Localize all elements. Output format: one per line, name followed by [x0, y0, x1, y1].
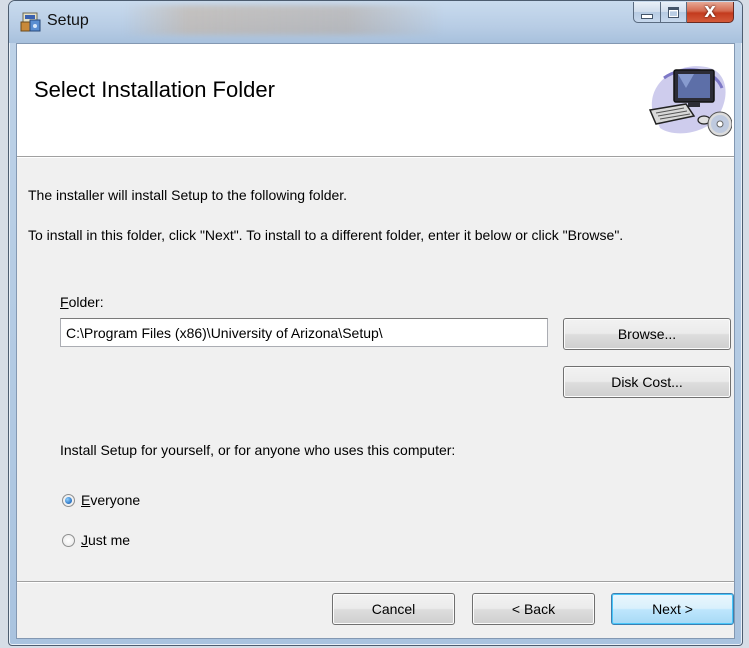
intro-text: The installer will install Setup to the …	[28, 187, 348, 203]
browse-button[interactable]: Browse...	[563, 318, 731, 350]
dialog-client-area: Select Installation Folder The installer…	[16, 43, 735, 639]
radio-just-me-label: Just me	[81, 532, 130, 548]
setup-window: Setup X Select Installation Folder The i…	[8, 0, 743, 646]
maximize-icon	[668, 6, 679, 18]
folder-label: Folder:	[60, 294, 104, 310]
installer-icon	[20, 12, 41, 32]
radio-everyone-indicator[interactable]	[62, 493, 75, 507]
header-banner: Select Installation Folder	[17, 44, 734, 157]
folder-path-input[interactable]	[60, 318, 548, 347]
folder-label-rest: older:	[68, 294, 104, 310]
radio-selected-dot	[65, 496, 72, 504]
back-button[interactable]: < Back	[472, 593, 595, 625]
radio-just-me-label-rest: ust me	[88, 532, 131, 548]
radio-just-me-accelerator: J	[81, 532, 88, 548]
close-icon: X	[704, 2, 716, 21]
minimize-icon	[641, 13, 653, 19]
title-bar[interactable]: Setup X	[9, 1, 742, 43]
disk-cost-button[interactable]: Disk Cost...	[563, 366, 731, 398]
background-ghost	[124, 5, 444, 35]
footer-separator	[17, 581, 734, 583]
maximize-button[interactable]	[661, 2, 687, 23]
radio-everyone-label-rest: veryone	[90, 492, 141, 508]
cancel-button[interactable]: Cancel	[332, 593, 455, 625]
computer-with-cd-icon	[648, 66, 732, 137]
next-button[interactable]: Next >	[611, 593, 734, 625]
radio-just-me[interactable]: Just me	[62, 532, 130, 548]
close-button[interactable]: X	[687, 2, 734, 23]
page-title: Select Installation Folder	[34, 77, 275, 102]
radio-everyone-accelerator: E	[81, 492, 91, 508]
instructions-text: To install in this folder, click "Next".…	[28, 227, 624, 243]
radio-everyone[interactable]: Everyone	[62, 492, 140, 508]
radio-everyone-label: Everyone	[81, 492, 140, 508]
folder-label-accelerator: F	[60, 294, 69, 310]
banner-separator	[17, 157, 734, 158]
radio-just-me-indicator[interactable]	[62, 533, 75, 547]
window-title: Setup	[47, 12, 89, 29]
install-scope-prompt: Install Setup for yourself, or for anyon…	[60, 442, 456, 458]
minimize-button[interactable]	[633, 2, 661, 23]
caption-buttons: X	[633, 2, 734, 24]
